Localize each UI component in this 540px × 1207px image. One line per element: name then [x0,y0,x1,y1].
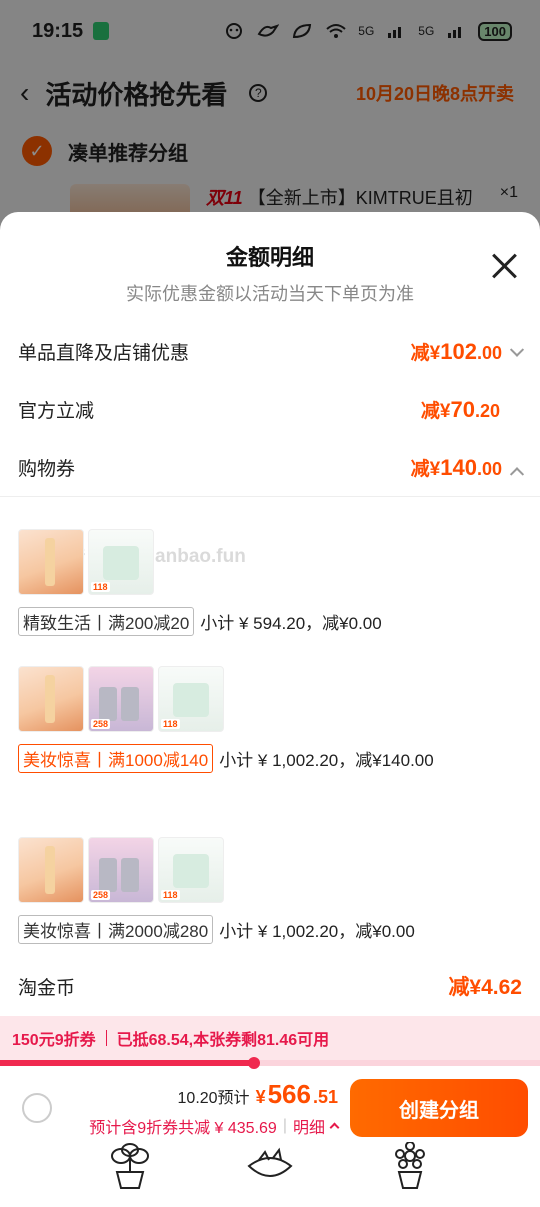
status-time: 19:15 [32,19,84,42]
chevron-down-icon [509,342,525,357]
plant-pot-icon[interactable] [104,1140,156,1192]
wifi-icon [324,22,348,40]
product-thumbnail[interactable] [18,529,84,595]
coupon-tag: 美妆惊喜丨满2000减280 [18,915,214,944]
product-thumbnail[interactable]: 258 [88,666,154,732]
total-discount: 预计含9折券共减 ¥ 435.69 [89,1119,277,1137]
create-group-button[interactable]: 创建分组 [350,1079,528,1137]
product-thumbnail[interactable]: 118 [158,666,224,732]
coupon-progress-bar [0,1057,540,1069]
close-icon[interactable] [490,252,518,280]
sheet-subtitle: 实际优惠金额以活动当天下单页为准 [126,284,414,304]
coupon-detail-list: 线报酷 www.xianbao.fun 118 精致生活丨满200减20 小计 … [0,496,540,956]
product-thumbnail[interactable]: 118 [158,837,224,903]
fish-bowl-icon[interactable] [244,1140,296,1192]
sheet-title: 金额明细 [225,245,314,270]
coupon-subtotal: 小计 ¥ 1,002.20，减¥140.00 [219,751,434,770]
sale-time: 10月20日晚8点开卖 [355,84,514,104]
product-thumbnail[interactable] [18,666,84,732]
product-name: 【全新上市】KIMTRUE且初 [247,188,473,208]
coupon-group: 258 118 美妆惊喜丨满1000减140 小计 ¥ 1,002.20，减¥1… [18,666,522,773]
discount-row-store[interactable]: 单品直降及店铺优惠 减¥ 102.00 [0,322,540,380]
coupon-group: 118 精致生活丨满200减20 小计 ¥ 594.20，减¥0.00 [18,529,522,636]
progress-fill [0,1060,254,1066]
signal-icon [444,22,468,40]
promo-coupon-status: 已抵68.54,本张券剩81.46可用 [116,1032,330,1049]
progress-knob [247,1057,260,1069]
coupon-tag: 美妆惊喜丨满1000减140 [18,744,214,773]
help-icon[interactable]: ? [249,84,268,102]
coupon-subtotal: 小计 ¥ 594.20，减¥0.00 [200,614,382,633]
battery-indicator: 100 [478,21,512,41]
leaf-icon [290,22,314,40]
group-header: ✓ 凑单推荐分组 [0,124,540,178]
estimate-price: 566 [267,1078,311,1109]
page-header: ‹ 活动价格抢先看 ? 10月20日晚8点开卖 [0,62,540,124]
estimate-label: 10.20预计 [177,1089,250,1107]
signal-5g-1: 5G [358,24,375,38]
coupon-subtotal: 小计 ¥ 1,002.20，减¥0.00 [219,922,415,941]
amount-detail-sheet: 金额明细 实际优惠金额以活动当天下单页为准 单品直降及店铺优惠 减¥ 102.00… [0,212,540,1207]
signal-icon [384,22,408,40]
product-thumbnail[interactable]: 118 [88,529,154,595]
flower-pot-icon[interactable] [384,1140,436,1192]
discount-row-coupon[interactable]: 购物券 减¥ 140.00 [0,438,540,496]
page-title: 活动价格抢先看 [45,79,228,110]
checkout-bar: 10.20预计 ¥ 566 .51 预计含9折券共减 ¥ 435.69 | 明细… [0,1066,540,1150]
chevron-up-icon[interactable] [329,1122,340,1133]
taojin-row: 淘金币 减¥4.62 [0,956,540,1016]
status-bar: 19:15 5G 5G 100 [0,0,540,62]
coupon-group: 258 118 美妆惊喜丨满2000减280 小计 ¥ 1,002.20，减¥0… [18,837,522,944]
taojin-label: 淘金币 [18,977,76,999]
battery-saver-icon [93,22,110,40]
detail-link[interactable]: 明细 [293,1114,325,1138]
double11-logo: 双11 [206,188,243,208]
coupon-promo-bar: 150元9折券 已抵68.54,本张券剩81.46可用 [0,1016,540,1060]
select-all-radio[interactable] [22,1093,52,1123]
discount-row-official: 官方立减 减¥ 70.20 [18,396,500,422]
check-icon[interactable]: ✓ [22,136,52,166]
promo-coupon-label: 150元9折券 [12,1032,96,1049]
taojin-value: 减¥4.62 [448,976,522,999]
signal-5g-2: 5G [418,24,435,38]
notification-icon [222,22,246,40]
product-qty: ×1 [499,184,518,201]
back-arrow-icon[interactable]: ‹ [20,77,29,109]
coupon-tag: 精致生活丨满200减20 [18,607,195,636]
group-title: 凑单推荐分组 [68,142,188,165]
product-thumbnail[interactable] [18,837,84,903]
bird-icon [256,22,280,40]
product-thumbnail[interactable]: 258 [88,837,154,903]
chevron-up-icon [509,466,525,481]
bottom-decor-icons [0,1140,540,1200]
